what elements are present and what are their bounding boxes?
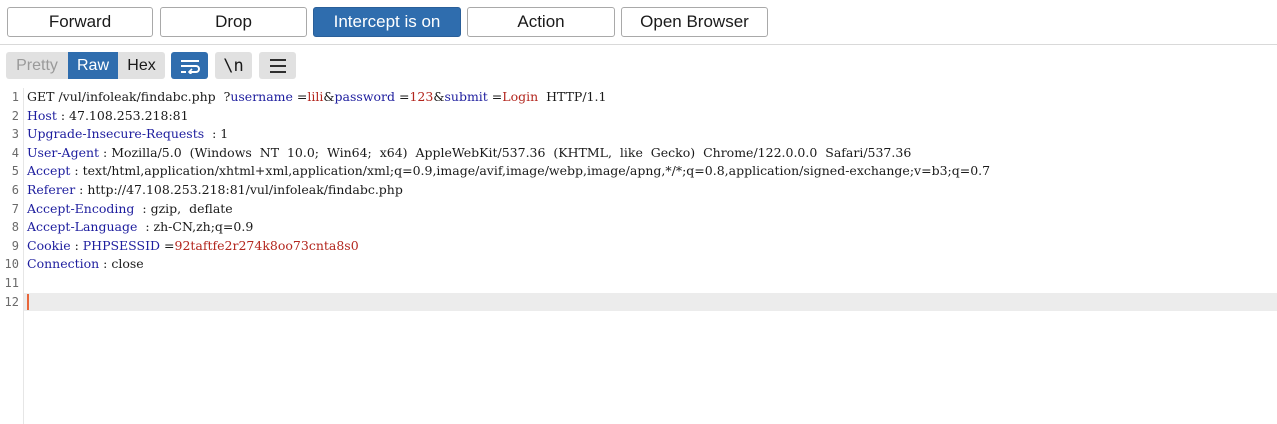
cookie-line: Cookie : PHPSESSID =92taftfe2r274k8oo73c… — [27, 237, 359, 253]
header-name: Host — [27, 107, 57, 123]
header-line: Host : 47.108.253.218:81 — [27, 107, 189, 123]
header-name: Referer — [27, 181, 76, 197]
header-value: gzip, deflate — [150, 200, 233, 216]
line-number: 4 — [11, 145, 19, 160]
header-value: text/html,application/xhtml+xml,applicat… — [82, 163, 991, 179]
line-number: 11 — [4, 275, 19, 290]
header-value: 47.108.253.218:81 — [69, 107, 189, 123]
param-name: username — [230, 89, 293, 104]
header-name: Accept-Language — [27, 219, 138, 235]
param-value: lili — [307, 89, 324, 104]
param-name: submit — [444, 89, 488, 104]
tab-pretty[interactable]: Pretty — [6, 52, 68, 79]
cookie-value: 92taftfe2r274k8oo73cnta8s0 — [174, 237, 359, 253]
tab-hex[interactable]: Hex — [118, 52, 165, 79]
param-value: 123 — [409, 89, 434, 104]
cookie-name: PHPSESSID — [82, 237, 161, 253]
line-number: 12 — [4, 294, 19, 309]
header-value: zh-CN,zh;q=0.9 — [153, 219, 254, 235]
line-number: 8 — [11, 220, 19, 235]
header-line: Accept-Encoding : gzip, deflate — [27, 200, 233, 216]
line-number: 3 — [11, 127, 19, 142]
param-name: password — [334, 89, 396, 104]
action-button[interactable]: Action — [467, 7, 615, 37]
message-view-bar: Pretty Raw Hex \n — [0, 45, 1277, 85]
header-line: Accept : text/html,application/xhtml+xml… — [27, 163, 991, 179]
word-wrap-button[interactable] — [171, 52, 208, 79]
request-path: /vul/infoleak/findabc.php — [58, 89, 216, 104]
request-text[interactable]: GET /vul/infoleak/findabc.php ?username … — [24, 88, 1277, 312]
line-number: 1 — [11, 90, 19, 104]
header-name: User-Agent — [27, 144, 100, 160]
line-number: 2 — [11, 108, 19, 123]
header-value: Mozilla/5.0 (Windows NT 10.0; Win64; x64… — [111, 144, 912, 160]
header-name: Upgrade-Insecure-Requests — [27, 126, 205, 142]
line-number: 10 — [4, 257, 19, 272]
header-name: Accept-Encoding — [27, 200, 135, 216]
empty-line — [27, 274, 1277, 293]
header-value: close — [111, 256, 144, 272]
drop-button[interactable]: Drop — [160, 7, 307, 37]
view-mode-switch: Pretty Raw Hex — [6, 52, 165, 79]
header-line: Connection : close — [27, 256, 144, 272]
http-method: GET — [27, 89, 55, 104]
param-value: Login — [502, 89, 539, 104]
line-number: 5 — [11, 164, 19, 179]
header-line: Accept-Language : zh-CN,zh;q=0.9 — [27, 219, 254, 235]
line-number: 9 — [11, 238, 19, 253]
header-value: 1 — [220, 126, 229, 142]
line-number: 7 — [11, 201, 19, 216]
request-line: GET /vul/infoleak/findabc.php ?username … — [27, 89, 607, 104]
header-line: Upgrade-Insecure-Requests : 1 — [27, 126, 229, 142]
header-line: User-Agent : Mozilla/5.0 (Windows NT 10.… — [27, 144, 912, 160]
word-wrap-icon — [180, 59, 200, 74]
raw-request-editor[interactable]: 1 2 3 4 5 6 7 8 9 10 11 12 GET /vul/info… — [0, 88, 1277, 424]
hamburger-menu-icon — [269, 58, 286, 73]
line-number-gutter: 1 2 3 4 5 6 7 8 9 10 11 12 — [0, 88, 24, 424]
header-value: http://47.108.253.218:81/vul/infoleak/fi… — [87, 181, 403, 197]
http-protocol: HTTP/1.1 — [546, 89, 607, 104]
text-caret — [27, 294, 29, 311]
proxy-toolbar: Forward Drop Intercept is on Action Open… — [0, 0, 1277, 45]
tab-raw[interactable]: Raw — [68, 52, 118, 79]
editor-menu-button[interactable] — [259, 52, 296, 79]
header-name: Accept — [27, 163, 71, 179]
show-newlines-button[interactable]: \n — [215, 52, 252, 79]
line-number: 6 — [11, 182, 19, 197]
header-name: Cookie — [27, 237, 71, 253]
forward-button[interactable]: Forward — [7, 7, 153, 37]
header-name: Connection — [27, 256, 100, 272]
open-browser-button[interactable]: Open Browser — [621, 7, 768, 37]
intercept-toggle-button[interactable]: Intercept is on — [313, 7, 461, 37]
current-line[interactable] — [24, 292, 1277, 312]
header-line: Referer : http://47.108.253.218:81/vul/i… — [27, 181, 403, 197]
